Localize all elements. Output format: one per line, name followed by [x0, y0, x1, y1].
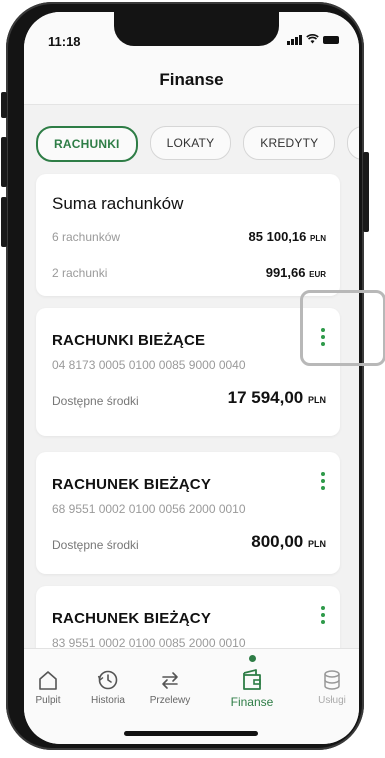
amount-value: 17 594,00 [227, 388, 304, 407]
services-icon [324, 670, 340, 690]
highlight-frame [300, 290, 385, 366]
nav-przelewy[interactable]: Przelewy [140, 667, 200, 706]
amount-value: 991,66 [265, 265, 306, 280]
currency: PLN [308, 539, 326, 549]
signal-icon [287, 35, 302, 45]
nav-label: Finanse [230, 695, 274, 709]
account-card[interactable]: RACHUNEK BIEŻĄCY 68 9551 0002 0100 0056 … [36, 452, 340, 574]
phone-volume-up-button [1, 137, 7, 187]
summary-title: Suma rachunków [52, 194, 184, 213]
currency: PLN [308, 395, 326, 405]
account-name: RACHUNKI BIEŻĄCE [52, 332, 206, 349]
available-funds-label: Dostępne środki [52, 394, 139, 408]
summary-row-amount: 991,66 EUR [266, 265, 326, 280]
nav-label: Przelewy [149, 695, 191, 706]
nav-label: Pulpit [35, 695, 61, 706]
nav-label: Usługi [318, 695, 346, 706]
summary-row-label: 2 rachunki [52, 266, 108, 280]
nav-label: Historia [91, 695, 125, 706]
available-funds-amount: 17 594,00 PLN [228, 388, 326, 408]
account-name: RACHUNEK BIEŻĄCY [52, 476, 212, 493]
amount-value: 800,00 [251, 532, 304, 551]
battery-icon [323, 36, 339, 44]
summary-row-amount: 85 100,16 PLN [249, 229, 326, 244]
wifi-icon [306, 34, 319, 46]
status-icons [287, 34, 339, 46]
summary-card[interactable]: Suma rachunków 6 rachunków 85 100,16 PLN… [36, 174, 340, 296]
notch [114, 12, 279, 46]
amount-value: 85 100,16 [248, 229, 307, 244]
currency: PLN [310, 234, 326, 243]
tab-karty[interactable]: KA [347, 126, 359, 160]
nav-pulpit[interactable]: Pulpit [24, 667, 78, 706]
page-title: Finanse [159, 70, 224, 89]
history-icon [97, 670, 118, 690]
active-indicator [249, 655, 256, 662]
transfer-icon [162, 672, 178, 689]
more-options-icon[interactable] [320, 606, 326, 624]
nav-historia[interactable]: Historia [78, 667, 138, 706]
account-name: RACHUNEK BIEŻĄCY [52, 610, 212, 627]
bottom-navigation: Pulpit Historia Przelewy Finanse Usługi [24, 648, 359, 744]
status-time: 11:18 [48, 34, 81, 49]
phone-volume-down-button [1, 197, 7, 247]
product-tabs: RACHUNKI LOKATY KREDYTY KA [36, 126, 359, 162]
nav-finanse[interactable]: Finanse [222, 667, 282, 709]
wallet-icon [243, 669, 261, 690]
tab-kredyty[interactable]: KREDYTY [243, 126, 336, 160]
nav-uslugi[interactable]: Usługi [302, 667, 359, 706]
phone-side-button [1, 92, 7, 118]
available-funds-amount: 800,00 PLN [251, 532, 326, 552]
tab-lokaty[interactable]: LOKATY [149, 126, 232, 160]
tab-rachunki[interactable]: RACHUNKI [36, 126, 138, 162]
account-number: 04 8173 0005 0100 0085 9000 0040 [52, 358, 246, 372]
available-funds-label: Dostępne środki [52, 538, 139, 552]
home-icon [39, 671, 57, 690]
account-number: 68 9551 0002 0100 0056 2000 0010 [52, 502, 246, 516]
phone-power-button [363, 152, 369, 232]
home-indicator [124, 731, 258, 736]
account-card[interactable]: RACHUNKI BIEŻĄCE 04 8173 0005 0100 0085 … [36, 308, 340, 436]
more-options-icon[interactable] [320, 472, 326, 490]
currency: EUR [309, 270, 326, 279]
summary-row-label: 6 rachunków [52, 230, 121, 244]
app-screen: 11:18 Finanse RACHUNKI LOKATY KREDYTY KA… [24, 12, 359, 744]
phone-frame: 11:18 Finanse RACHUNKI LOKATY KREDYTY KA… [1, 2, 369, 750]
